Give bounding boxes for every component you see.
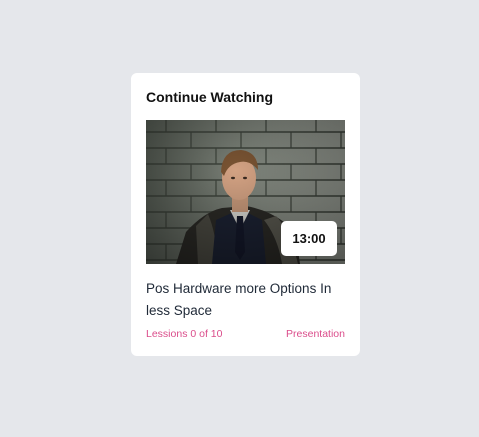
card-title: Continue Watching [146,89,274,105]
duration-badge: 13:00 [281,221,337,256]
video-title[interactable]: Pos Hardware more Options In less Space [146,278,346,322]
lessons-progress: Lessions 0 of 10 [146,328,223,340]
video-thumbnail[interactable]: 13:00 [146,120,345,264]
category-label: Presentation [286,328,345,340]
continue-watching-card: Continue Watching 13:00 Pos Hardware mor… [131,73,360,356]
